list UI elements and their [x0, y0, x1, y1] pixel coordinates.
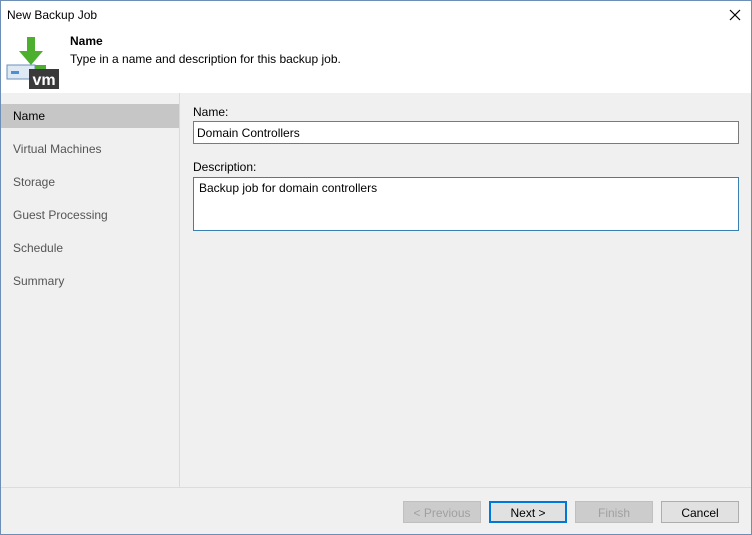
- wizard-steps-sidebar: Name Virtual Machines Storage Guest Proc…: [1, 93, 180, 487]
- close-icon[interactable]: [725, 5, 745, 25]
- name-input[interactable]: [193, 121, 739, 144]
- cancel-button[interactable]: Cancel: [661, 501, 739, 523]
- sidebar-item-schedule[interactable]: Schedule: [1, 236, 179, 260]
- wizard-footer: < Previous Next > Finish Cancel: [1, 487, 751, 534]
- description-input[interactable]: Backup job for domain controllers: [193, 177, 739, 231]
- veeam-vm-backup-icon: vm: [5, 35, 61, 89]
- window-title: New Backup Job: [7, 8, 98, 22]
- page-title: Name: [70, 34, 103, 48]
- finish-button[interactable]: Finish: [575, 501, 653, 523]
- sidebar-item-summary[interactable]: Summary: [1, 269, 179, 293]
- sidebar-item-virtual-machines[interactable]: Virtual Machines: [1, 137, 179, 161]
- wizard-content: Name: Description: Backup job for domain…: [180, 93, 751, 487]
- previous-button[interactable]: < Previous: [403, 501, 481, 523]
- new-backup-job-window: New Backup Job vm Name Type in a name an…: [0, 0, 752, 535]
- name-label: Name:: [193, 105, 229, 119]
- description-label: Description:: [193, 160, 257, 174]
- svg-text:vm: vm: [32, 72, 55, 89]
- sidebar-item-name[interactable]: Name: [1, 104, 179, 128]
- wizard-header: vm Name Type in a name and description f…: [1, 29, 751, 93]
- sidebar-item-storage[interactable]: Storage: [1, 170, 179, 194]
- sidebar-item-guest-processing[interactable]: Guest Processing: [1, 203, 179, 227]
- title-bar: New Backup Job: [1, 1, 751, 29]
- next-button[interactable]: Next >: [489, 501, 567, 523]
- page-subtitle: Type in a name and description for this …: [70, 52, 341, 66]
